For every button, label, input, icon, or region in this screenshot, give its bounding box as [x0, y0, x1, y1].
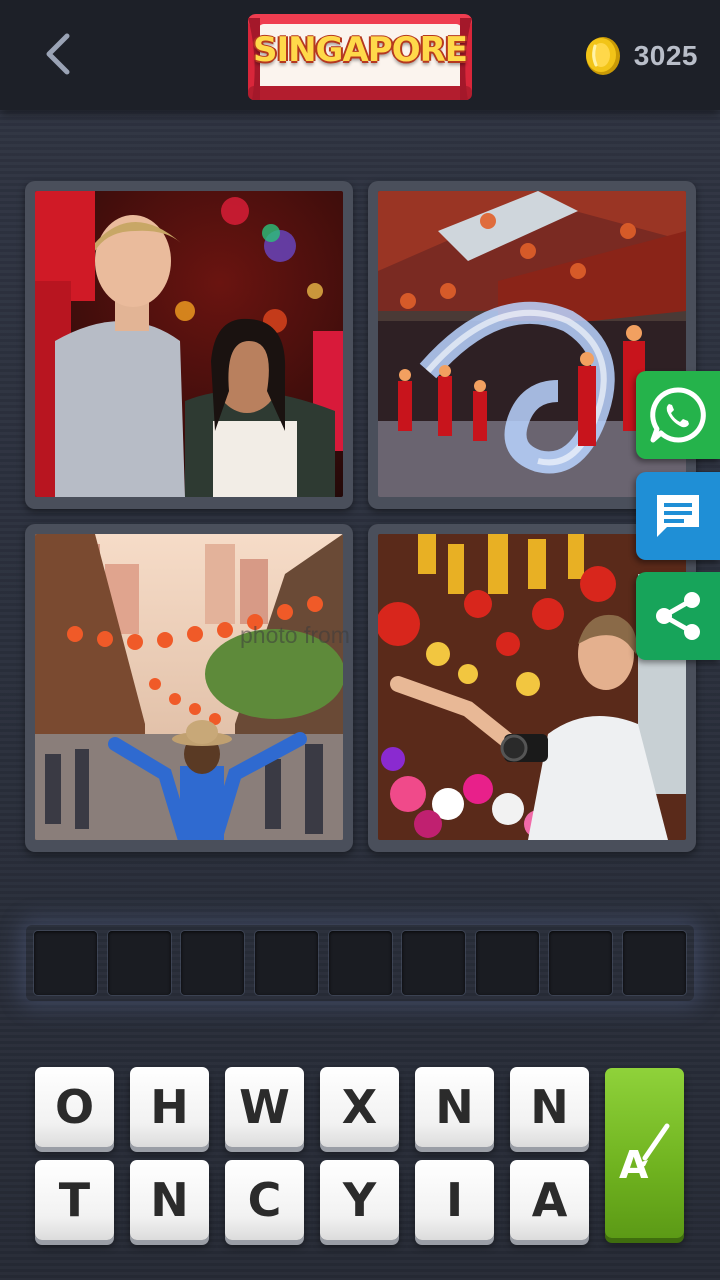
- level-title: SINGAPORE: [252, 30, 468, 70]
- letter-key[interactable]: N: [415, 1067, 494, 1147]
- answer-slot[interactable]: [34, 931, 97, 995]
- photo-couple-market: [35, 191, 343, 497]
- share-button[interactable]: [636, 572, 720, 660]
- letter-key[interactable]: Y: [320, 1160, 399, 1240]
- answer-slot[interactable]: [328, 931, 392, 995]
- message-icon: [657, 495, 699, 537]
- hint-button[interactable]: A: [605, 1068, 684, 1238]
- answer-slot[interactable]: [181, 931, 245, 995]
- letter-key[interactable]: A: [510, 1160, 589, 1240]
- letter-key[interactable]: C: [225, 1160, 304, 1240]
- chevron-left-icon: [46, 33, 70, 75]
- coin-icon: [585, 37, 620, 75]
- answer-slot[interactable]: [549, 931, 613, 995]
- photo-2[interactable]: [368, 181, 696, 509]
- coin-count: 3025: [633, 40, 698, 71]
- answer-slot[interactable]: [402, 931, 466, 995]
- answer-slot[interactable]: [475, 931, 539, 995]
- letter-key[interactable]: O: [35, 1067, 114, 1147]
- message-button[interactable]: [636, 472, 720, 560]
- back-button[interactable]: [30, 26, 86, 82]
- photo-1[interactable]: [25, 181, 353, 509]
- whatsapp-button[interactable]: [636, 371, 720, 459]
- share-icon: [656, 592, 700, 640]
- whatsapp-icon: [650, 387, 706, 443]
- letter-key[interactable]: W: [225, 1067, 304, 1147]
- letter-key[interactable]: T: [35, 1160, 114, 1240]
- top-bar: SINGAPORE 3025: [0, 0, 720, 110]
- answer-slots: [26, 925, 694, 1001]
- photo-watermark: photo from: [240, 622, 350, 648]
- coin-balance[interactable]: 3025: [584, 34, 698, 78]
- answer-slot[interactable]: [623, 931, 686, 995]
- letter-key[interactable]: H: [130, 1067, 209, 1147]
- answer-slot[interactable]: [107, 931, 171, 995]
- letter-key[interactable]: N: [510, 1067, 589, 1147]
- photo-chinatown-street: [35, 534, 343, 840]
- paintbrush-hint-icon: A: [619, 1123, 669, 1187]
- answer-slot[interactable]: [254, 931, 318, 995]
- letter-key[interactable]: X: [320, 1067, 399, 1147]
- level-title-banner: SINGAPORE: [246, 8, 474, 106]
- letter-key[interactable]: N: [130, 1160, 209, 1240]
- photo-3[interactable]: [25, 524, 353, 852]
- letter-key[interactable]: I: [415, 1160, 494, 1240]
